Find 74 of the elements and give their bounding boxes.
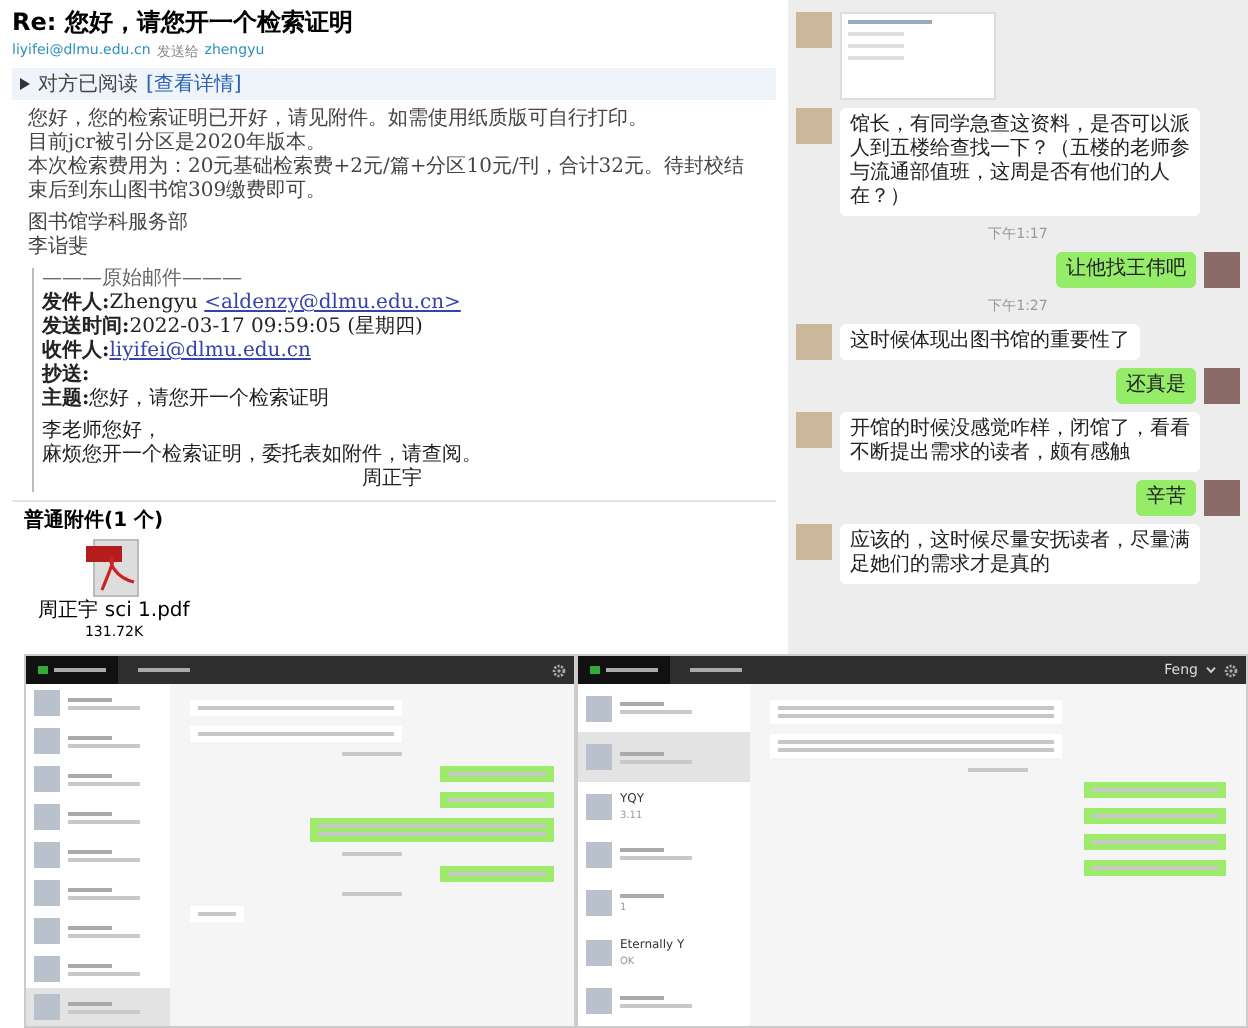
avatar-photo-placeholder	[586, 793, 612, 820]
avatar-photo-placeholder	[34, 880, 60, 906]
avatar-photo-placeholder	[586, 744, 612, 771]
avatar-photo-placeholder	[34, 766, 60, 792]
message-bubble	[1084, 860, 1226, 876]
field-value: Zhengyu	[109, 292, 200, 314]
avatar-photo-placeholder	[34, 842, 60, 868]
avatar-photo-placeholder	[586, 841, 612, 868]
email-link[interactable]: liyifei@dlmu.edu.cn	[109, 340, 311, 362]
blurred-text	[620, 751, 664, 756]
blurred-text	[620, 710, 692, 715]
avatar-photo-placeholder	[34, 728, 60, 754]
blurred-text	[620, 848, 664, 853]
settings-icon[interactable]	[552, 663, 566, 677]
details-link[interactable]: [查看详情]	[146, 70, 242, 98]
contact-item[interactable]	[26, 988, 170, 1026]
message-bubble	[190, 906, 244, 922]
screenshot-thumbnail[interactable]	[840, 12, 996, 100]
message-bubble	[440, 766, 554, 782]
original-signature: 周正宇	[360, 468, 424, 492]
message-bubble: 还真是	[1116, 368, 1196, 404]
field-value: 2022-03-17 09:59:05 (星期四)	[129, 316, 423, 338]
avatar-photo-placeholder	[34, 956, 60, 982]
message-bubble: 这时候体现出图书馆的重要性了	[840, 324, 1140, 360]
message-bubble	[1084, 808, 1226, 824]
original-mail-header: ———原始邮件———	[42, 268, 244, 291]
attachment-name[interactable]: 周正宇 sci 1.pdf	[38, 600, 190, 622]
email-subject: Re: 您好，请您开一个检索证明	[12, 6, 355, 40]
message-bubble: 辛苦	[1136, 480, 1196, 516]
message-bubble	[440, 792, 554, 808]
message-bubble	[1084, 782, 1226, 798]
avatar-photo-placeholder	[586, 988, 612, 1015]
attachments-title: 普通附件(1 个)	[24, 506, 166, 534]
message-bubble: 应该的，这时候尽量安抚读者，尽量满足她们的需求才是真的	[840, 524, 1200, 584]
avatar-photo-placeholder	[586, 695, 612, 722]
original-body: 麻烦您开一个检索证明，委托表如附件，请查阅。	[42, 444, 484, 467]
blurred-text	[620, 1003, 692, 1008]
signature-line: 图书馆学科服务部	[28, 212, 190, 235]
chat-tab[interactable]	[26, 656, 118, 684]
avatar-photo-placeholder	[34, 690, 60, 716]
blurred-text	[620, 759, 692, 764]
avatar-photo-placeholder	[34, 804, 60, 830]
pdf-file-icon[interactable]	[86, 538, 142, 598]
field-label: 发件人:	[42, 292, 110, 314]
contact-item[interactable]	[578, 732, 750, 782]
message-bubble	[440, 866, 554, 882]
email-body-line: 目前jcr被引分区是2020年版本。	[28, 132, 328, 155]
message-bubble	[1084, 834, 1226, 850]
field-label: 发送时间:	[42, 316, 130, 338]
field-value: 您好，请您开一个检索证明	[89, 388, 330, 410]
message-bubble: 馆长，有同学急查这资料，是否可以派人到五楼给查找一下？（五楼的老师参与流通部值班，这周是否有他们的人在？）	[840, 108, 1200, 216]
chevron-down-icon[interactable]	[1206, 666, 1216, 674]
field-label: 抄送:	[42, 364, 90, 386]
avatar-photo-placeholder	[586, 939, 612, 966]
chat-tab[interactable]	[578, 656, 670, 684]
avatar-photo-placeholder	[34, 918, 60, 944]
avatar-photo-placeholder	[586, 890, 612, 917]
blurred-text	[620, 893, 664, 898]
email-link[interactable]: <aldenzy@dlmu.edu.cn>	[204, 292, 461, 314]
field-label: 主题:	[42, 388, 90, 410]
email-body-line: 您好，您的检索证明已开好，请见附件。如需使用纸质版可自行打印。	[28, 108, 650, 131]
blurred-text	[620, 856, 692, 861]
blurred-text	[620, 702, 664, 707]
read-status: 对方已阅读	[38, 71, 138, 98]
avatar-photo-placeholder	[34, 994, 60, 1020]
email-body-line: 本次检索费用为：20元基础检索费+2元/篇+分区10元/刊，合计32元。待封校结束后到东山图书馆309缴费即可。	[28, 156, 747, 204]
expand-triangle-icon[interactable]	[20, 78, 30, 90]
message-bubble: 开馆的时候没感觉咋样，闭馆了，看看不断提出需求的读者，颇有感触	[840, 412, 1200, 472]
greeting: 李老师您好，	[42, 420, 164, 443]
signature-line: 李诣斐	[28, 236, 90, 260]
blurred-text	[620, 995, 664, 1000]
field-label: 收件人:	[42, 340, 110, 362]
message-bubble: 让他找王伟吧	[1056, 252, 1196, 288]
settings-icon[interactable]	[1224, 663, 1238, 677]
